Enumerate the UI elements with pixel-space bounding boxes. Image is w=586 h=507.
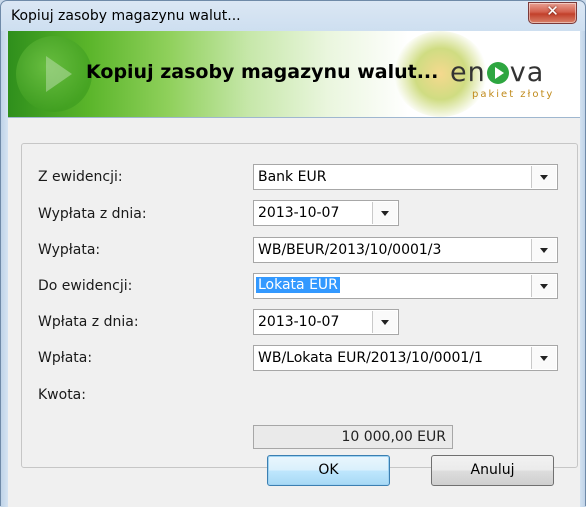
form-group-box: Z ewidencji: Bank EUR Wypłata z dnia: 20… xyxy=(21,143,578,468)
wplata-z-dnia-label: Wpłata z dnia: xyxy=(38,314,139,330)
kwota-label: Kwota: xyxy=(38,387,86,403)
wyplata-value: WB/BEUR/2013/10/0001/3 xyxy=(258,242,442,258)
wplata-combobox[interactable]: WB/Lokata EUR/2013/10/0001/1 xyxy=(253,345,558,371)
wplata-label: Wpłata: xyxy=(38,350,93,366)
title-bar[interactable]: Kopiuj zasoby magazynu walut... ✕ xyxy=(1,1,585,33)
dialog-window: Kopiuj zasoby magazynu walut... ✕ Kopiuj… xyxy=(0,0,586,507)
enova-logo-icon: en va pakiet złoty xyxy=(450,57,552,101)
kwota-field: 10 000,00 EUR xyxy=(253,425,453,449)
do-ewidencji-combobox[interactable]: Lokata EUR xyxy=(253,273,558,299)
window-title: Kopiuj zasoby magazynu walut... xyxy=(11,8,241,24)
wplata-date-picker[interactable]: 2013-10-07 xyxy=(253,309,399,335)
z-ewidencji-value: Bank EUR xyxy=(258,169,327,185)
chevron-down-icon[interactable] xyxy=(531,239,556,261)
wyplata-date-value: 2013-10-07 xyxy=(258,205,340,221)
dialog-client-area: Kopiuj zasoby magazynu walut... en va pak… xyxy=(8,31,580,507)
chevron-down-icon[interactable] xyxy=(531,166,556,188)
close-icon: ✕ xyxy=(546,2,559,20)
chevron-down-icon[interactable] xyxy=(372,311,397,333)
do-ewidencji-value: Lokata EUR xyxy=(256,277,340,293)
close-button[interactable]: ✕ xyxy=(528,2,577,24)
chevron-down-icon[interactable] xyxy=(531,347,556,369)
wyplata-z-dnia-label: Wypłata z dnia: xyxy=(38,206,147,222)
play-circle-icon xyxy=(16,36,92,112)
window-frame-left xyxy=(1,31,8,507)
kwota-value: 10 000,00 EUR xyxy=(341,429,446,445)
wyplata-date-picker[interactable]: 2013-10-07 xyxy=(253,200,399,226)
banner-title: Kopiuj zasoby magazynu walut... xyxy=(86,61,439,83)
logo-wordmark: en va xyxy=(450,57,545,88)
wyplata-combobox[interactable]: WB/BEUR/2013/10/0001/3 xyxy=(253,237,558,263)
logo-subtitle: pakiet złoty xyxy=(472,89,555,100)
do-ewidencji-label: Do ewidencji: xyxy=(38,278,133,294)
wplata-date-value: 2013-10-07 xyxy=(258,314,340,330)
wyplata-label: Wypłata: xyxy=(38,242,101,258)
header-banner: Kopiuj zasoby magazynu walut... en va pak… xyxy=(8,31,580,118)
wplata-value: WB/Lokata EUR/2013/10/0001/1 xyxy=(258,350,483,366)
z-ewidencji-label: Z ewidencji: xyxy=(38,169,123,185)
chevron-down-icon[interactable] xyxy=(372,202,397,224)
chevron-down-icon[interactable] xyxy=(531,275,556,297)
z-ewidencji-combobox[interactable]: Bank EUR xyxy=(253,164,558,190)
cancel-button[interactable]: Anuluj xyxy=(431,455,554,486)
ok-button[interactable]: OK xyxy=(267,455,390,486)
logo-play-icon xyxy=(486,62,509,84)
